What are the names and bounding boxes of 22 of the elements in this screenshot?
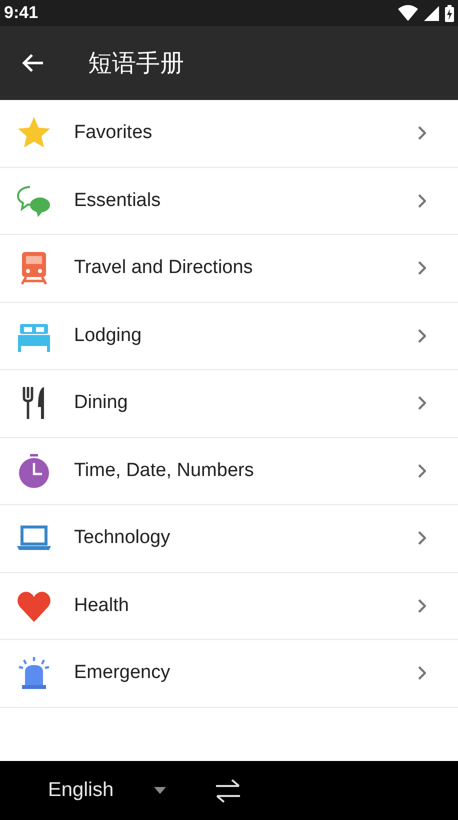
caret-icon	[154, 787, 166, 794]
chevron-icon	[418, 328, 426, 343]
screen-title: 短语手册	[88, 49, 184, 79]
chevron-icon	[418, 261, 426, 276]
signal-icon	[424, 6, 439, 20]
siren-icon	[16, 655, 52, 692]
chevron-icon	[418, 666, 426, 680]
wifi-icon	[398, 5, 418, 21]
category-item[interactable]: Health	[0, 572, 458, 640]
chevron-icon	[418, 396, 426, 410]
chevron-icon	[418, 531, 426, 546]
category-item[interactable]: Lodging	[0, 302, 458, 370]
chevron-icon	[418, 598, 426, 613]
status-time: 9:41	[4, 3, 38, 23]
chevron-icon	[418, 464, 426, 478]
chevron-icon	[418, 126, 426, 140]
chevron-icon	[418, 194, 426, 208]
battery-icon	[445, 4, 454, 22]
category-item[interactable]: Time, Date, Numbers	[0, 438, 458, 505]
stopwatch-icon	[16, 452, 52, 489]
swap-languages-button[interactable]	[214, 778, 242, 804]
category-item[interactable]: Essentials	[0, 168, 458, 235]
